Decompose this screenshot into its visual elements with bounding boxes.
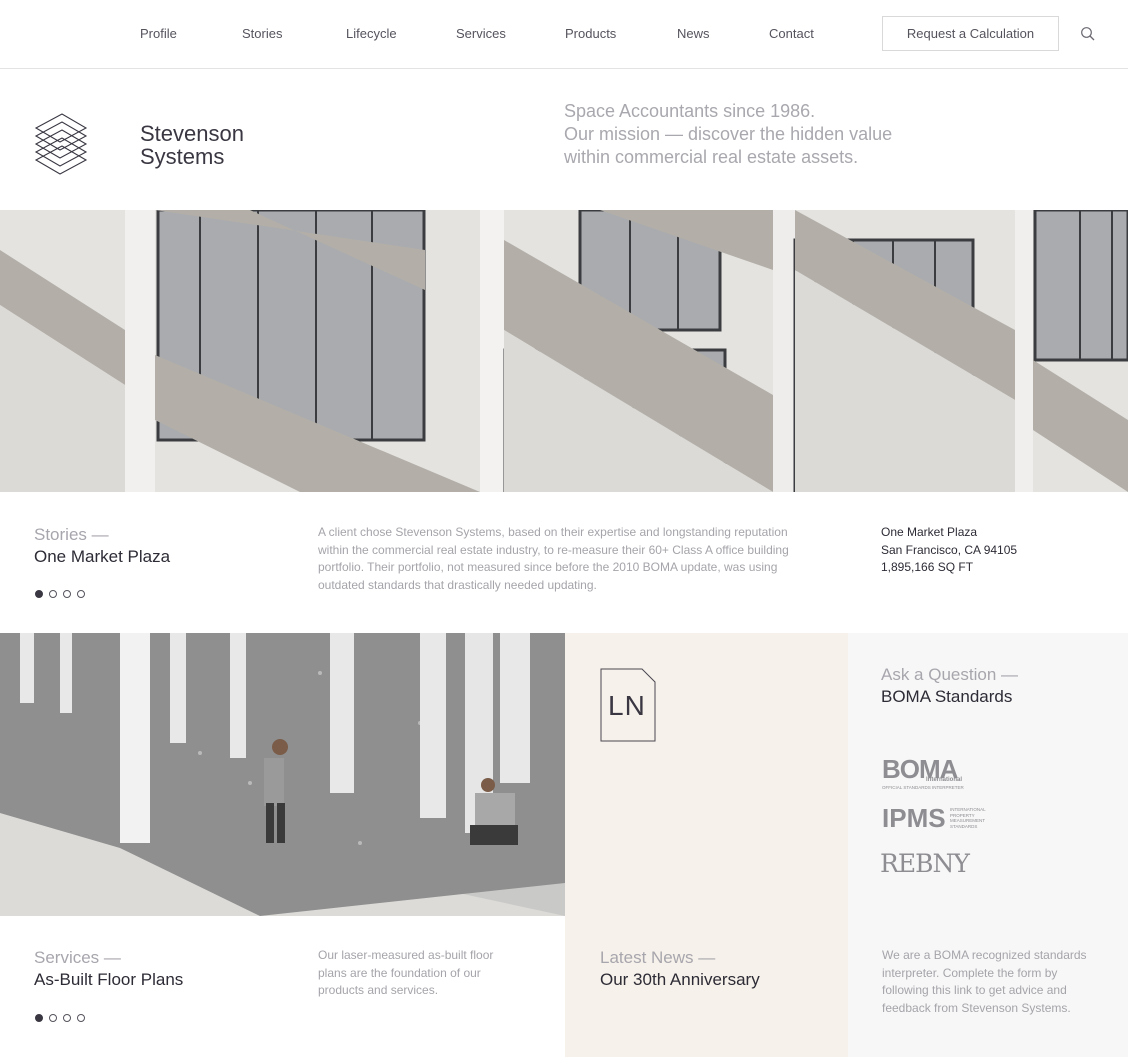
services-heading[interactable]: Services — As-Built Floor Plans [34, 947, 183, 991]
rebny-logo: REBNY [880, 849, 970, 878]
stacked-lines-logo-icon[interactable] [32, 112, 88, 176]
stories-body: A client chose Stevenson Systems, based … [318, 525, 789, 592]
pagination-dot[interactable] [49, 1014, 57, 1022]
boma-logo: BOMA International OFFICIAL STANDARDS IN… [882, 756, 964, 790]
nav-contact[interactable]: Contact [769, 26, 814, 41]
ask-title: BOMA Standards [881, 687, 1013, 706]
request-calculation-button[interactable]: Request a Calculation [882, 16, 1059, 51]
news-icon-text: LN [608, 690, 646, 721]
boma-logo-sub: International [926, 777, 963, 783]
ask-heading[interactable]: Ask a Question — BOMA Standards [881, 664, 1018, 708]
ipms-logo: IPMS [882, 803, 946, 833]
boma-logo-caption: OFFICIAL STANDARDS INTERPRETER [882, 785, 964, 790]
services-photo [0, 633, 565, 916]
stories-label: Stories — [34, 525, 109, 544]
news-heading[interactable]: Latest News — Our 30th Anniversary [600, 947, 760, 991]
top-navigation: Profile Stories Lifecycle Services Produ… [0, 0, 1128, 69]
tagline: Space Accountants since 1986. Our missio… [564, 100, 924, 169]
stories-address: One Market Plaza San Francisco, CA 94105… [881, 524, 1017, 577]
services-body: Our laser-measured as-built floor plans … [318, 948, 494, 998]
services-title: As-Built Floor Plans [34, 970, 184, 989]
pagination-dot[interactable] [63, 1014, 71, 1022]
brand-name-line2: Systems [140, 144, 225, 169]
pagination-dot[interactable] [63, 590, 71, 598]
tagline-line1: Space Accountants since 1986. [564, 101, 816, 121]
nav-stories[interactable]: Stories [242, 26, 282, 41]
pagination-dot[interactable] [77, 1014, 85, 1022]
services-pagination [35, 1014, 85, 1022]
address-line3: 1,895,166 SQ FT [881, 560, 974, 575]
tagline-line3: within commercial real estate assets. [564, 147, 859, 167]
nav-services[interactable]: Services [456, 26, 506, 41]
pagination-dot[interactable] [35, 590, 43, 598]
ask-body: We are a BOMA recognized standards inter… [882, 948, 1087, 1015]
news-title: Our 30th Anniversary [600, 970, 760, 989]
stories-pagination [35, 590, 85, 598]
hero-building-image [0, 210, 1128, 492]
stories-title: One Market Plaza [34, 547, 171, 566]
pagination-dot[interactable] [77, 590, 85, 598]
address-line1: One Market Plaza [881, 525, 978, 539]
nav-profile[interactable]: Profile [140, 26, 177, 41]
ipms-logo-caption: INTERNATIONAL PROPERTY MEASUREMENT STAND… [950, 807, 986, 829]
nav-lifecycle[interactable]: Lifecycle [346, 26, 397, 41]
nav-products[interactable]: Products [565, 26, 616, 41]
nav-news[interactable]: News [677, 26, 710, 41]
stories-heading[interactable]: Stories — One Market Plaza [34, 524, 170, 568]
pagination-dot[interactable] [35, 1014, 43, 1022]
brand-name[interactable]: Stevenson Systems [140, 122, 244, 168]
tagline-line2: Our mission — discover the hidden value [564, 124, 893, 144]
address-line2: San Francisco, CA 94105 [881, 542, 1018, 557]
brand-name-line1: Stevenson [140, 121, 244, 146]
services-label: Services — [34, 948, 121, 967]
pagination-dot[interactable] [49, 590, 57, 598]
ask-label: Ask a Question — [881, 665, 1019, 684]
search-icon[interactable] [1080, 26, 1096, 42]
news-label: Latest News — [600, 948, 716, 967]
